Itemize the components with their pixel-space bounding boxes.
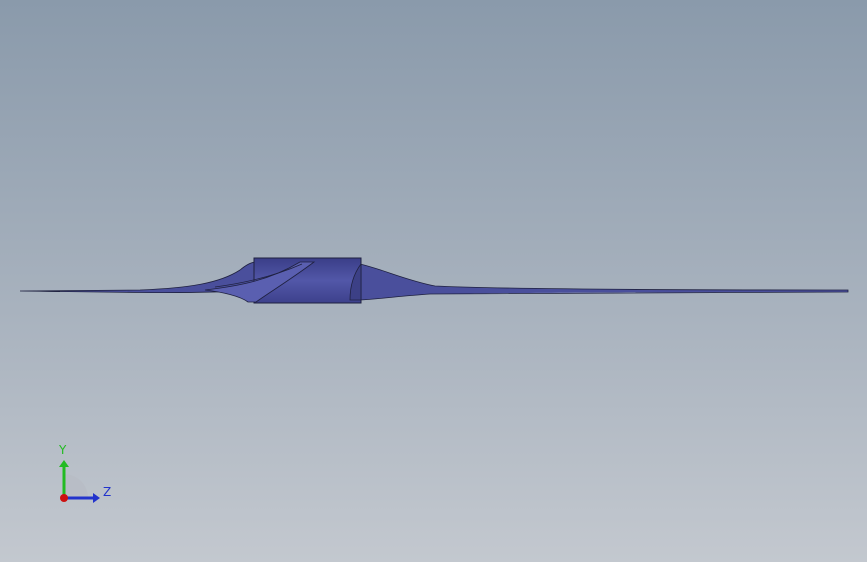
x-axis-dot [60, 494, 68, 502]
coordinate-triad: Y Z [48, 438, 120, 512]
triad-arc [64, 474, 88, 498]
y-axis-arrow [59, 460, 69, 467]
graphics-viewport[interactable]: Y Z [0, 0, 867, 562]
right-blade[interactable] [359, 263, 849, 301]
z-axis-label: Z [103, 485, 112, 499]
propeller-model[interactable] [0, 0, 867, 562]
y-axis-label: Y [59, 443, 67, 457]
z-axis-arrow [93, 493, 100, 503]
